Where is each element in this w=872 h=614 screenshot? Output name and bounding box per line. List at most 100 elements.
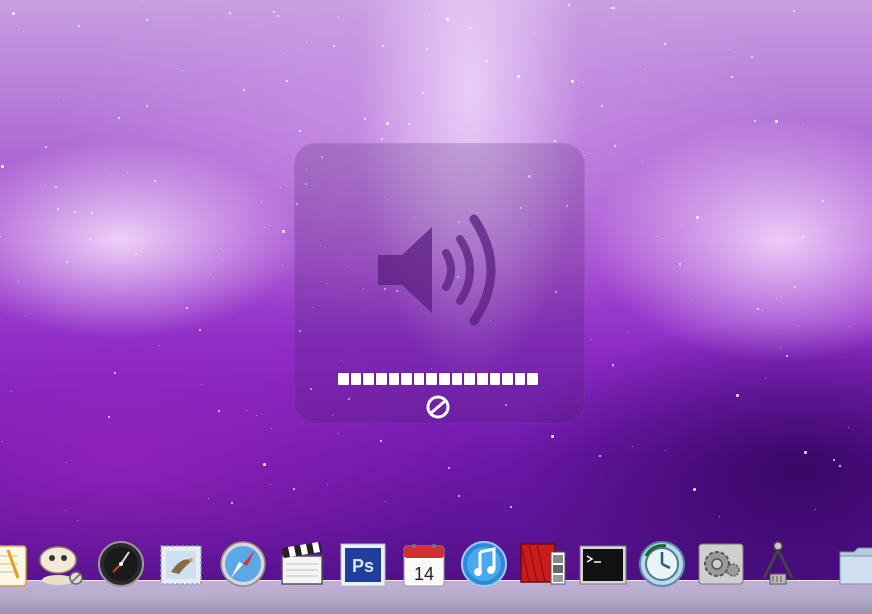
dock-item-imovie[interactable] xyxy=(276,538,328,590)
star xyxy=(105,170,106,171)
star xyxy=(754,120,756,122)
star xyxy=(849,326,850,327)
star xyxy=(599,455,601,457)
star xyxy=(798,325,799,326)
star xyxy=(263,463,266,466)
volume-hud xyxy=(294,143,585,424)
dock-item-photoshop[interactable]: Ps xyxy=(337,538,389,590)
star xyxy=(551,435,554,438)
star xyxy=(141,254,142,255)
photo-booth-icon xyxy=(520,543,566,585)
star xyxy=(833,459,835,461)
star xyxy=(776,298,777,299)
star xyxy=(23,31,24,32)
star xyxy=(765,378,766,379)
star xyxy=(364,118,366,120)
volume-segment xyxy=(338,373,349,385)
star xyxy=(210,274,211,275)
dock-item-folder[interactable] xyxy=(836,538,872,590)
star xyxy=(380,440,382,442)
star xyxy=(794,286,796,288)
star xyxy=(333,45,335,47)
dock-item-dashboard[interactable] xyxy=(95,538,147,590)
star xyxy=(613,366,614,367)
star xyxy=(229,12,231,14)
star xyxy=(719,516,720,517)
star xyxy=(534,33,535,34)
star xyxy=(382,45,384,47)
star xyxy=(222,260,223,261)
star xyxy=(154,180,156,182)
dock-item-terminal[interactable] xyxy=(577,538,629,590)
star xyxy=(66,261,68,263)
safari-icon xyxy=(220,541,266,587)
star xyxy=(246,410,247,411)
star xyxy=(142,0,143,1)
star xyxy=(517,75,520,78)
star xyxy=(802,236,804,238)
volume-segment xyxy=(476,373,488,385)
star xyxy=(429,15,430,16)
star xyxy=(208,498,209,499)
star xyxy=(270,484,271,485)
star xyxy=(293,488,295,490)
star xyxy=(18,281,19,282)
star xyxy=(644,69,645,70)
star xyxy=(11,391,12,392)
star xyxy=(55,186,57,188)
star xyxy=(611,7,613,9)
star xyxy=(338,433,339,434)
star xyxy=(693,488,696,491)
dock-item-mail[interactable] xyxy=(155,538,207,590)
star xyxy=(381,138,383,140)
star xyxy=(306,42,307,43)
dock-item-ical[interactable]: 14 xyxy=(398,538,450,590)
star xyxy=(554,140,556,142)
volume-segment xyxy=(464,373,475,385)
textedit-icon xyxy=(0,545,27,587)
dock-item-textedit[interactable] xyxy=(0,538,30,590)
dock-item-safari[interactable] xyxy=(217,538,269,590)
volume-segment xyxy=(451,373,463,385)
star xyxy=(408,123,410,125)
volume-level-bar xyxy=(338,373,538,387)
star xyxy=(277,15,279,17)
star xyxy=(385,501,386,502)
star xyxy=(182,70,183,71)
star xyxy=(59,97,60,98)
star xyxy=(127,172,128,173)
star xyxy=(664,43,666,45)
star xyxy=(682,225,683,226)
star xyxy=(273,11,275,13)
star xyxy=(108,416,110,418)
star xyxy=(729,49,730,50)
star xyxy=(679,263,681,265)
star xyxy=(135,253,137,255)
star xyxy=(426,48,428,50)
volume-segment xyxy=(375,373,387,385)
dock-item-photo-tool[interactable] xyxy=(34,538,86,590)
star xyxy=(118,117,120,119)
dock-item-time-machine[interactable] xyxy=(636,538,688,590)
dock-item-photo-booth[interactable] xyxy=(517,538,569,590)
star xyxy=(751,56,753,58)
star xyxy=(201,384,202,385)
star xyxy=(736,394,739,397)
star xyxy=(338,16,339,17)
dock-item-system-preferences[interactable] xyxy=(695,538,747,590)
dock-item-itunes[interactable] xyxy=(458,538,510,590)
star xyxy=(804,451,807,454)
dock-item-directory-utility[interactable] xyxy=(752,538,804,590)
star xyxy=(286,80,288,82)
photoshop-label: Ps xyxy=(352,556,374,576)
star xyxy=(848,427,849,428)
star xyxy=(839,465,841,467)
star xyxy=(696,216,699,219)
volume-segment xyxy=(489,373,501,385)
star xyxy=(159,345,160,346)
star xyxy=(299,130,301,132)
star xyxy=(613,7,615,9)
star xyxy=(510,506,512,508)
star xyxy=(186,307,188,309)
star xyxy=(284,53,285,54)
